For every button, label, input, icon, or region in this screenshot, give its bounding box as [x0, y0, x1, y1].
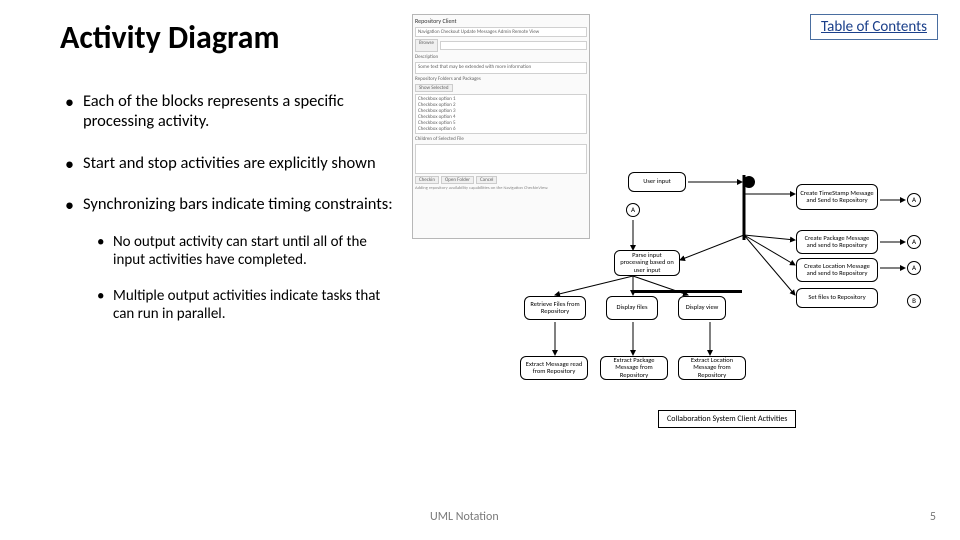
- cancel-button: Cancel: [476, 176, 497, 184]
- open-folder-button: Open Folder: [441, 176, 474, 184]
- activity-3: Create Package Message and send to Repos…: [796, 230, 878, 254]
- activity-diagram: User input A Create TimeStamp Message an…: [510, 150, 950, 450]
- bullet-content: Each of the blocks represents a specific…: [65, 92, 395, 345]
- checkin-button: Checkin: [415, 176, 439, 184]
- desc-text: Some text that may be extended with more…: [415, 62, 587, 74]
- sync-bar-icon: [632, 290, 742, 293]
- show-selected-button: Show Selected: [415, 84, 453, 92]
- activity-11: Extract Location Message from Repository: [678, 356, 746, 380]
- browse-button: Browse: [415, 39, 438, 52]
- bullet-3-text: Synchronizing bars indicate timing const…: [83, 194, 393, 214]
- slide-title: Activity Diagram: [60, 18, 280, 57]
- activity-10: Extract Package Message from Repository: [600, 356, 668, 380]
- activity-userinput: User input: [628, 172, 686, 192]
- bullet-3: Synchronizing bars indicate timing const…: [65, 195, 395, 323]
- activity-1: Create TimeStamp Message and Send to Rep…: [796, 184, 878, 210]
- bullet-1: Each of the blocks represents a specific…: [65, 92, 395, 132]
- bullet-2: Start and stop activities are explicitly…: [65, 154, 395, 174]
- activity-5: Retrieve Files from Repository: [524, 296, 586, 320]
- footer-label: UML Notation: [430, 510, 499, 524]
- children-label: Children of Selected File: [415, 136, 587, 142]
- activity-6: Display files: [606, 296, 658, 320]
- connector-a-3: A: [907, 261, 921, 275]
- connector-a-2: A: [907, 235, 921, 249]
- desc-label: Description: [415, 54, 587, 60]
- panel-tabs: Navigation Checkout Update Messages Admi…: [415, 27, 587, 37]
- activity-8: Set files to Repository: [796, 288, 878, 308]
- sub-bullet-1: No output activity can start until all o…: [97, 233, 395, 269]
- activity-2: Parse input processing based on user inp…: [614, 250, 680, 276]
- activity-9: Extract Message read from Repository: [520, 356, 588, 380]
- activity-7: Display view: [678, 296, 726, 320]
- connector-a-top: A: [626, 203, 640, 217]
- page-number: 5: [930, 510, 936, 524]
- connector-a-1: A: [907, 193, 921, 207]
- folder-label: Repository Folders and Packages: [415, 76, 587, 82]
- toc-link[interactable]: Table of Contents: [810, 14, 938, 40]
- diagram-title: Collaboration System Client Activities: [658, 410, 796, 428]
- checkbox-list: Checkbox option 1 Checkbox option 2 Chec…: [415, 94, 587, 134]
- sub-bullet-2: Multiple output activities indicate task…: [97, 287, 395, 323]
- activity-4: Create Location Message and send to Repo…: [796, 258, 878, 282]
- chk-6: Checkbox option 6: [418, 126, 584, 132]
- path-field: [440, 41, 587, 50]
- start-node-icon: [743, 176, 755, 188]
- connector-b-1: B: [907, 294, 921, 308]
- panel-titlebar: Repository Client: [415, 17, 587, 25]
